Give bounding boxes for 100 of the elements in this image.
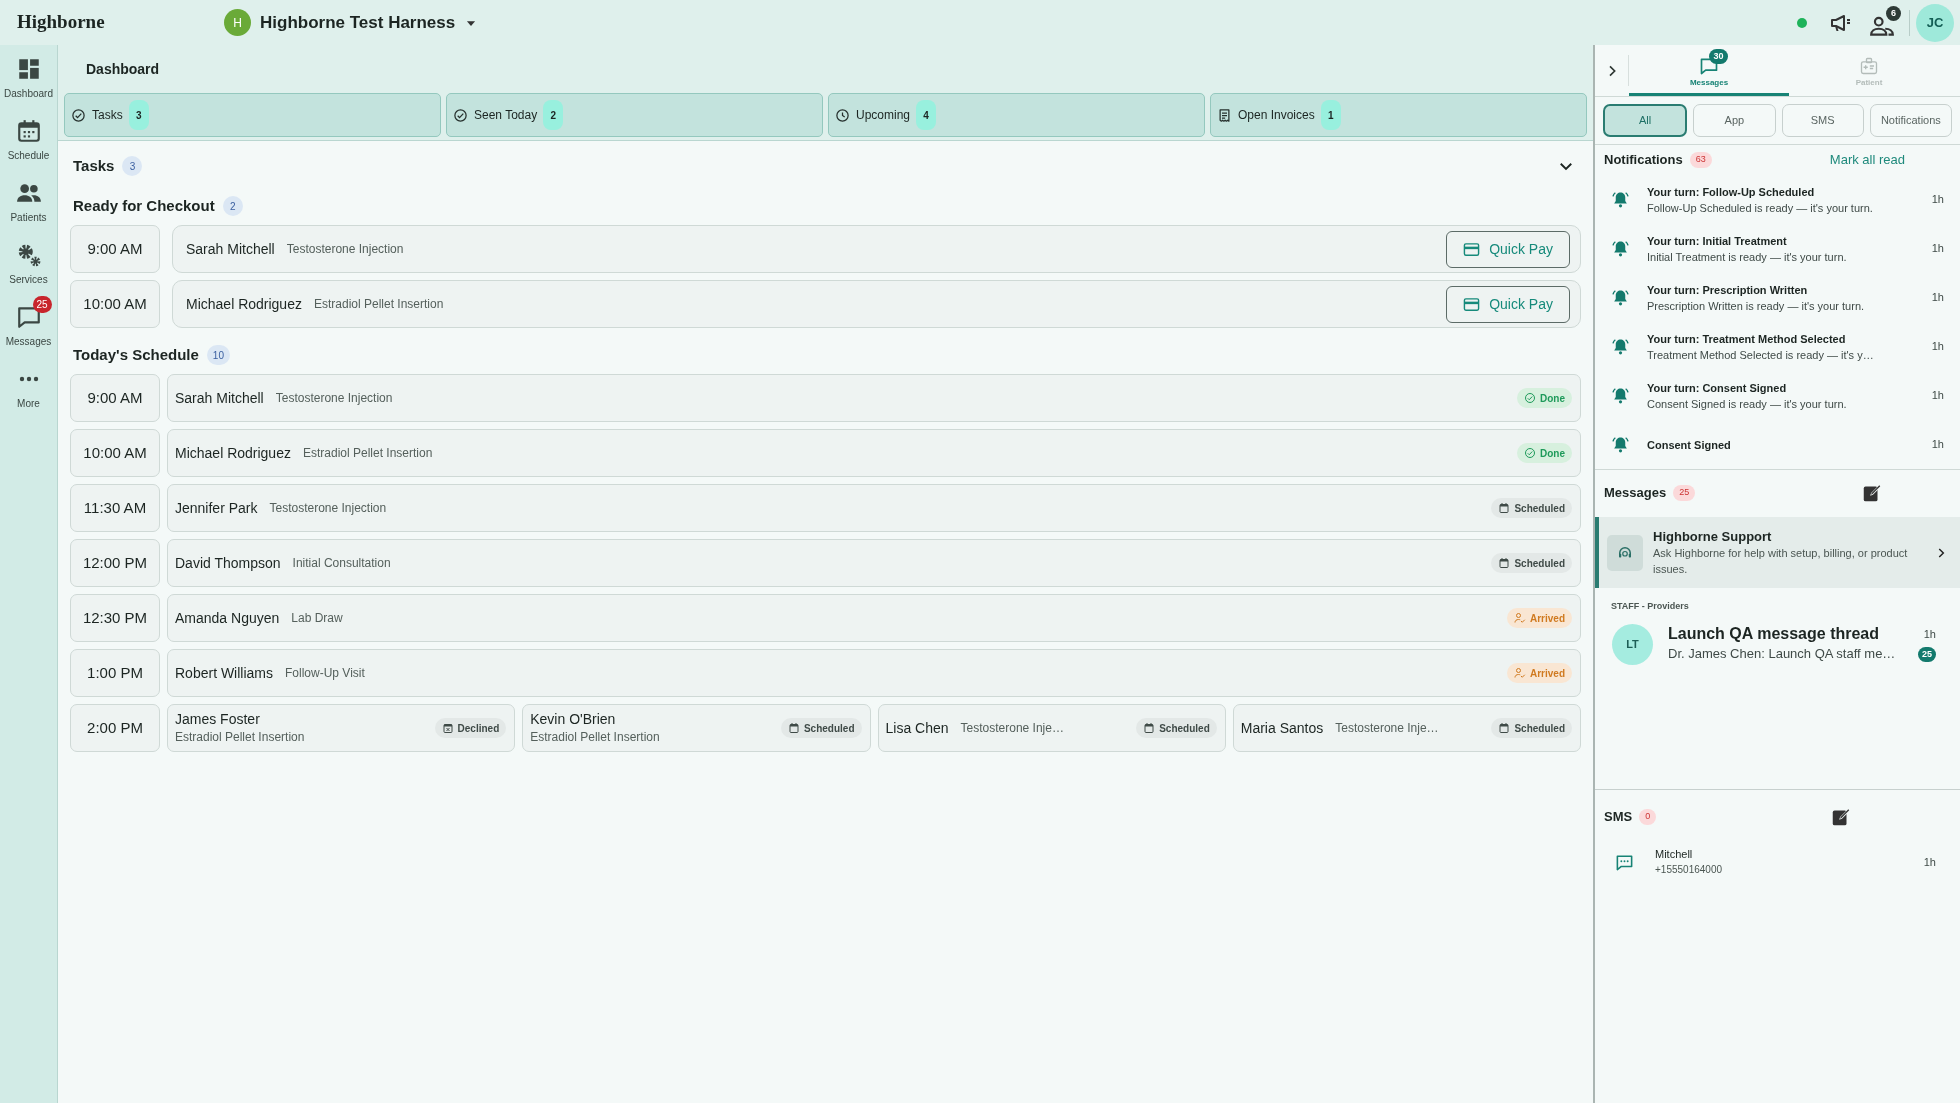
support-text: Ask Highborne for help with setup, billing, or product issues. [1653, 545, 1909, 577]
service-name: Estradiol Pellet Insertion [175, 729, 305, 746]
patient-name: Lisa Chen [885, 718, 949, 738]
time-slot: 10:00 AM [70, 280, 160, 328]
appointment-card[interactable]: Amanda Nguyen Lab Draw Arrived [167, 594, 1581, 642]
staff-button[interactable]: 6 [1869, 6, 1901, 39]
check-circle-icon [71, 107, 86, 123]
notification-item[interactable]: Your turn: Follow-Up Scheduled Follow-Up Scheduled is ready — it's your turn. 1h [1595, 175, 1960, 224]
appointment-card[interactable]: Kevin O'Brien Estradiol Pellet Insertion Scheduled [522, 704, 871, 752]
time-label: 1h [1931, 290, 1944, 306]
app-logo: Highborne [16, 10, 106, 35]
calendar-x-icon [441, 722, 454, 734]
notification-title: Your turn: Consent Signed [1647, 380, 1788, 396]
time-slot: 2:00 PM [70, 704, 160, 752]
notification-item[interactable]: Your turn: Treatment Method Selected Treatment Method Selected is ready — it's y… 1h [1595, 322, 1960, 371]
count-badge: 1 [1320, 100, 1341, 130]
sms-conversation[interactable]: Mitchell +15550164000 1h [1595, 840, 1960, 884]
status-badge: Arrived [1507, 608, 1572, 628]
patient-name: Kevin O'Brien [530, 710, 617, 728]
sidebar-item[interactable]: Dashboard [0, 47, 57, 105]
calendar-icon [1143, 722, 1156, 734]
count-badge: 2 [222, 196, 243, 216]
service-name: Estradiol Pellet Insertion [302, 445, 433, 462]
service-name: Estradiol Pellet Insertion [530, 729, 660, 746]
thread-preview: Dr. James Chen: Launch QA staff me… [1668, 645, 1897, 663]
panel-tab[interactable]: 30 Messages [1629, 45, 1789, 96]
patient-name: Maria Santos [1240, 718, 1324, 738]
section-title: Messages [1604, 483, 1667, 502]
patient-name: James Foster [175, 710, 261, 728]
summary-tab[interactable]: Seen Today 2 [446, 93, 823, 137]
service-name: Lab Draw [291, 610, 343, 627]
status-badge: Done [1517, 443, 1572, 463]
notification-item[interactable]: Your turn: Initial Treatment Initial Treatment is ready — it's your turn. 1h [1595, 224, 1960, 273]
summary-tab[interactable]: Tasks 3 [64, 93, 441, 137]
person-check-icon [1514, 667, 1526, 679]
org-name: Highborne Test Harness [260, 11, 456, 34]
status-badge: Scheduled [1491, 498, 1572, 518]
summary-tab[interactable]: Open Invoices 1 [1210, 93, 1587, 137]
filter-chip[interactable]: SMS [1781, 104, 1864, 137]
user-avatar[interactable]: JC [1916, 3, 1954, 42]
calendar-icon [787, 722, 800, 734]
quick-pay-button[interactable]: Quick Pay [1446, 285, 1570, 323]
mark-all-read-link[interactable]: Mark all read [1829, 150, 1905, 170]
filter-chip[interactable]: Notifications [1869, 104, 1952, 137]
filter-chip[interactable]: All [1603, 104, 1688, 137]
patient-name: Sarah Mitchell [186, 239, 275, 259]
appointment-card[interactable]: Maria Santos Testosterone Inje… Scheduled [1232, 704, 1581, 752]
appointment-card[interactable]: James Foster Estradiol Pellet Insertion Declined [167, 704, 516, 752]
notification-item[interactable]: Your turn: Consent Signed Consent Signed is ready — it's your turn. 1h [1595, 371, 1960, 420]
unread-badge: 25 [1918, 646, 1936, 662]
filter-chip[interactable]: App [1693, 104, 1776, 137]
compose-icon [1830, 806, 1853, 828]
receipt-icon [1217, 107, 1232, 123]
appointment-card[interactable]: Michael Rodriguez Estradiol Pellet Insertion Done [167, 429, 1581, 477]
time-slot: 12:00 PM [70, 539, 160, 587]
patient-name: Robert Williams [175, 663, 273, 683]
patient-name: Jennifer Park [175, 498, 258, 518]
service-name: Testosterone Inje… [960, 720, 1064, 737]
sidebar-item[interactable]: Schedule [0, 109, 57, 167]
appointment-card[interactable]: Lisa Chen Testosterone Inje… Scheduled [877, 704, 1226, 752]
notification-item[interactable]: Your turn: Prescription Written Prescription Written is ready — it's your turn. 1h [1595, 273, 1960, 322]
notification-text: Prescription Written is ready — it's your turn. [1647, 298, 1866, 314]
time-label: 1h [1931, 437, 1944, 453]
group-label: STAFF - Providers [1610, 600, 1690, 613]
time-slot: 10:00 AM [70, 429, 160, 477]
compose-button[interactable] [1830, 806, 1853, 828]
id-card-icon [1859, 56, 1879, 76]
summary-tab[interactable]: Upcoming 4 [828, 93, 1205, 137]
unread-badge: 25 [32, 296, 52, 313]
time-label: 1h [1931, 388, 1944, 404]
appointment-card[interactable]: Jennifer Park Testosterone Injection Scheduled [167, 484, 1581, 532]
calendar-icon [1498, 722, 1511, 734]
appointment-card[interactable]: Michael Rodriguez Estradiol Pellet Insertion Quick Pay [172, 280, 1581, 328]
unread-badge: 30 [1709, 49, 1728, 64]
notification-text: Consent Signed is ready — it's your turn. [1647, 396, 1848, 412]
time-slot: 9:00 AM [70, 374, 160, 422]
support-title: Highborne Support [1653, 528, 1773, 545]
sidebar-item[interactable]: 25 Messages [0, 295, 57, 353]
section-title: SMS [1604, 808, 1633, 827]
notification-text: Treatment Method Selected is ready — it's y… [1647, 347, 1875, 363]
appointment-card[interactable]: Sarah Mitchell Testosterone Injection Done [167, 374, 1581, 422]
appointment-card[interactable]: Sarah Mitchell Testosterone Injection Quick Pay [172, 225, 1581, 273]
time-label: 1h [1931, 339, 1944, 355]
person-check-icon [1514, 612, 1526, 624]
status-badge: Arrived [1507, 663, 1572, 683]
support-card[interactable]: Highborne Support Ask Highborne for help with setup, billing, or product issues. [1595, 517, 1960, 588]
section-title: Ready for Checkout [73, 195, 215, 216]
sidebar-item[interactable]: Patients [0, 171, 57, 229]
organization-switcher[interactable]: H Highborne Test Harness [220, 9, 483, 36]
message-thread[interactable]: LT Launch QA message thread Dr. James Chen: Launch QA staff me… 1h 25 [1595, 623, 1960, 665]
section-title: Notifications [1604, 151, 1683, 170]
patient-name: Amanda Nguyen [175, 608, 280, 628]
quick-pay-button[interactable]: Quick Pay [1446, 230, 1570, 268]
status-badge: Scheduled [1491, 718, 1572, 738]
appointment-card[interactable]: Robert Williams Follow-Up Visit Arrived [167, 649, 1581, 697]
service-name: Testosterone Injection [269, 500, 387, 517]
notification-item[interactable]: Consent Signed 1h [1595, 420, 1960, 469]
appointment-card[interactable]: David Thompson Initial Consultation Scheduled [167, 539, 1581, 587]
sidebar-item[interactable]: Services [0, 233, 57, 291]
sidebar-item[interactable]: More [0, 357, 57, 415]
